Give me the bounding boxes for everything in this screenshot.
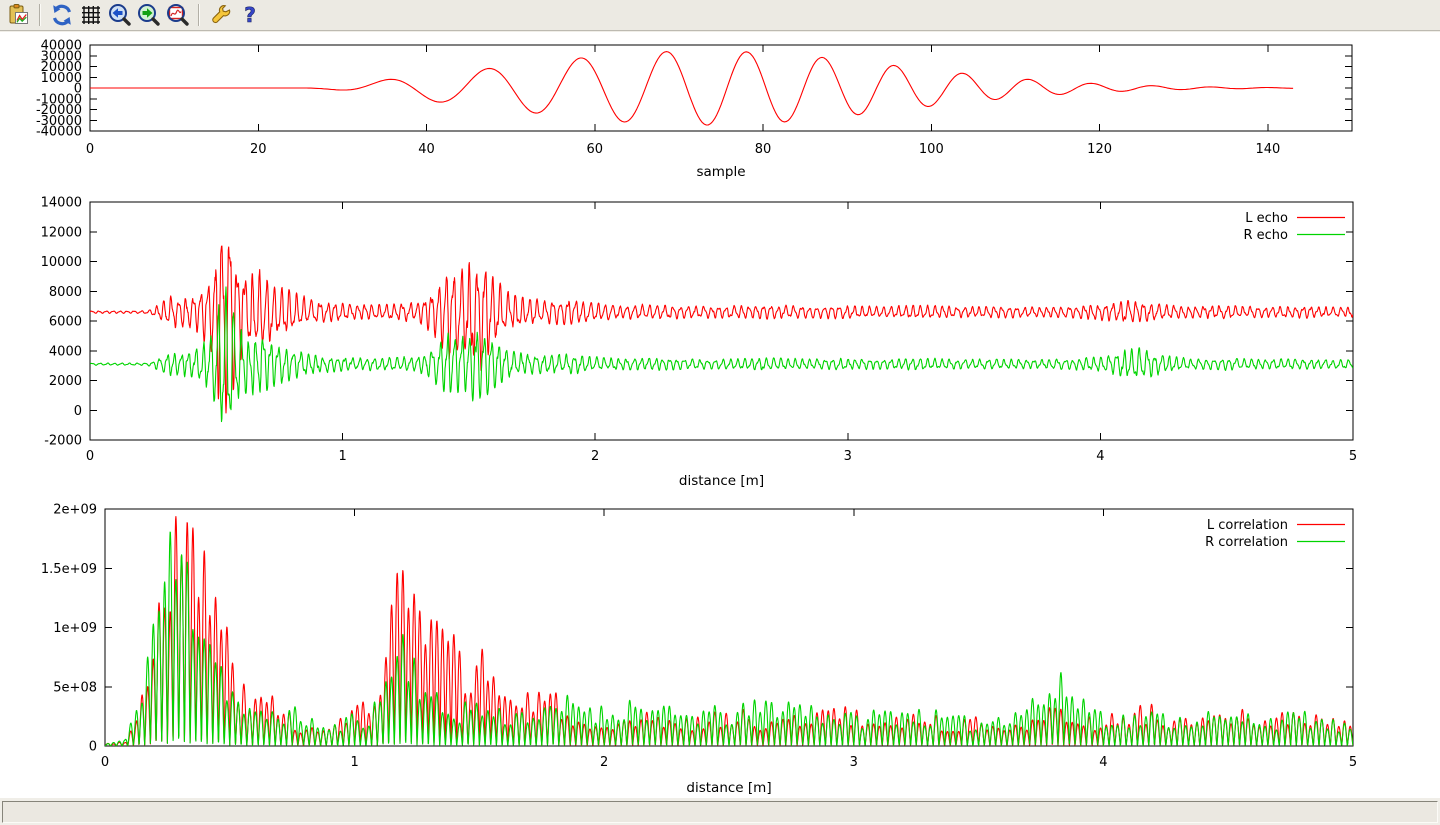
x-tick-label: 80 bbox=[755, 142, 772, 157]
autoscale-button[interactable] bbox=[164, 2, 191, 28]
x-tick-label: 4 bbox=[1099, 755, 1107, 770]
y-tick-label: 12000 bbox=[41, 225, 82, 240]
x-axis-label: sample bbox=[696, 164, 745, 180]
legend-label: L correlation bbox=[1207, 518, 1288, 533]
x-tick-label: 1 bbox=[338, 449, 346, 464]
y-tick-label: 10000 bbox=[41, 255, 82, 270]
svg-text:?: ? bbox=[244, 3, 256, 27]
x-tick-label: 3 bbox=[844, 449, 852, 464]
x-tick-label: 60 bbox=[587, 142, 604, 157]
y-tick-label: 4000 bbox=[49, 344, 82, 359]
y-tick-label: 2e+09 bbox=[53, 503, 97, 518]
series-l-correlation bbox=[105, 517, 1353, 746]
y-tick-label: 6000 bbox=[49, 315, 82, 330]
y-tick-label: 1.5e+09 bbox=[41, 562, 97, 577]
y-tick-label: 8000 bbox=[49, 285, 82, 300]
series-pulse bbox=[90, 52, 1293, 125]
config-button[interactable] bbox=[207, 2, 234, 28]
chart-correlation: 0 1 2 3 4 5 0 5e+08 1e+09 1.5e+09 2e+09 distance [m… bbox=[41, 503, 1357, 797]
gnuplot-charts[interactable]: 020406080100120140-40000-30000-20000-100… bbox=[0, 32, 1440, 798]
x-tick-label: 140 bbox=[1255, 142, 1280, 157]
plot-area-background: 020406080100120140-40000-30000-20000-100… bbox=[0, 32, 1440, 798]
legend-label: R echo bbox=[1243, 228, 1288, 243]
copy-clipboard-button[interactable] bbox=[5, 2, 32, 28]
y-tick-label: 0 bbox=[74, 404, 82, 419]
axis-ticks bbox=[105, 509, 1353, 746]
toolbar-separator bbox=[39, 4, 41, 26]
x-tick-label: 2 bbox=[591, 449, 599, 464]
help-button[interactable]: ? bbox=[236, 2, 263, 28]
series-r-echo bbox=[90, 287, 1353, 422]
zoom-next-button[interactable] bbox=[135, 2, 162, 28]
legend-label: R correlation bbox=[1205, 535, 1288, 550]
copy-clipboard-icon bbox=[7, 3, 31, 27]
x-tick-label: 0 bbox=[86, 449, 94, 464]
x-tick-label: 5 bbox=[1349, 449, 1357, 464]
y-tick-label: 40000 bbox=[41, 39, 82, 54]
autoscale-icon bbox=[166, 3, 190, 27]
help-icon: ? bbox=[238, 3, 262, 27]
y-tick-label: 0 bbox=[89, 740, 97, 755]
x-tick-label: 40 bbox=[418, 142, 435, 157]
x-tick-label: 0 bbox=[86, 142, 94, 157]
x-tick-label: 5 bbox=[1349, 755, 1357, 770]
y-tick-label: 2000 bbox=[49, 374, 82, 389]
y-tick-label: -2000 bbox=[44, 434, 82, 449]
replot-icon bbox=[50, 3, 74, 27]
x-tick-label: 0 bbox=[101, 755, 109, 770]
x-tick-label: 120 bbox=[1087, 142, 1112, 157]
legend-label: L echo bbox=[1245, 211, 1288, 226]
replot-button[interactable] bbox=[48, 2, 75, 28]
chart-echo: 0 1 2 3 4 5 -2000 0 2000 4000 6000 8000 10000 12000 14… bbox=[41, 196, 1358, 490]
config-wrench-icon bbox=[209, 3, 233, 27]
x-tick-label: 4 bbox=[1096, 449, 1104, 464]
x-tick-label: 100 bbox=[919, 142, 944, 157]
status-bar bbox=[2, 801, 1438, 823]
grid-button[interactable] bbox=[77, 2, 104, 28]
zoom-previous-icon bbox=[108, 3, 132, 27]
toolbar: ? bbox=[0, 0, 1440, 31]
y-tick-label: 14000 bbox=[41, 196, 82, 211]
gnuplot-window: { "app": { "name": "gnuplot", "statusbar… bbox=[0, 0, 1440, 825]
zoom-previous-button[interactable] bbox=[106, 2, 133, 28]
toolbar-separator bbox=[198, 4, 200, 26]
y-tick-label: 5e+08 bbox=[53, 680, 97, 695]
y-tick-label: 1e+09 bbox=[53, 621, 97, 636]
grid-icon bbox=[79, 3, 103, 27]
zoom-next-icon bbox=[137, 3, 161, 27]
x-tick-label: 2 bbox=[600, 755, 608, 770]
chart-pulse: 020406080100120140-40000-30000-20000-100… bbox=[36, 39, 1352, 181]
x-tick-label: 3 bbox=[850, 755, 858, 770]
series-l-echo bbox=[90, 246, 1353, 413]
x-tick-label: 1 bbox=[350, 755, 358, 770]
x-axis-label: distance [m] bbox=[686, 780, 771, 796]
plot-border bbox=[105, 509, 1353, 746]
x-tick-label: 20 bbox=[250, 142, 267, 157]
series-r-correlation bbox=[105, 532, 1353, 746]
x-axis-label: distance [m] bbox=[679, 473, 764, 489]
